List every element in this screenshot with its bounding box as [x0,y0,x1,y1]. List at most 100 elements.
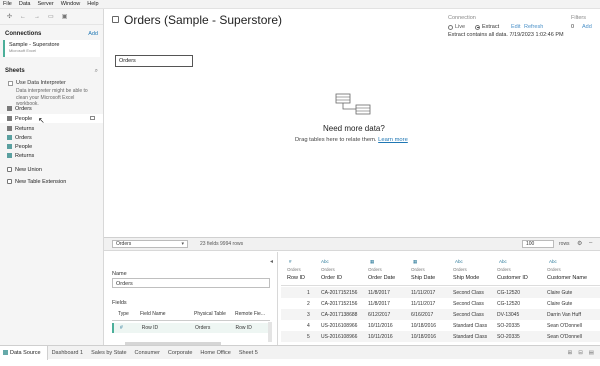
grid-column-ship-mode[interactable]: Abc Orders Ship Mode [452,256,494,286]
search-icon[interactable]: ⌕ [95,68,98,75]
sheet-item-returns[interactable]: Returns [0,124,103,133]
connection-type: Microsoft Excel [9,48,37,53]
sheet-item-orders[interactable]: Orders [0,104,103,113]
new-sheet-icon[interactable]: ⊞ [568,350,573,356]
grid-column-order-date[interactable]: ▦ Orders Order Date [367,256,409,286]
save-icon[interactable]: ▭ [48,13,54,20]
cell-row-id: 2 [307,301,310,307]
connection-item[interactable]: Sample - Superstore Microsoft Excel [3,40,100,57]
cell-ship-date: 10/18/2016 [411,334,437,340]
column-source: Orders [321,267,335,272]
cell-customer-name: Sean O'Donnell [547,323,582,329]
tableau-logo-icon[interactable]: ✣ [7,13,12,20]
table-select-value: Orders [116,241,132,247]
rows-select[interactable]: 100 [522,240,554,248]
table-row[interactable]: 1 CA-2017152156 11/8/2017 11/11/2017 Sec… [281,287,600,298]
fields-table-row[interactable]: # Row ID Orders Row ID [112,323,270,333]
menu-file[interactable]: File [3,1,12,7]
new-union-item[interactable]: New Union [0,165,103,174]
string-type-icon[interactable]: Abc [321,259,329,264]
sheet-item-people[interactable]: People [0,114,103,123]
vertical-scrollbar[interactable] [268,322,272,342]
extract-radio-button[interactable] [475,24,480,30]
grid-column-customer-id[interactable]: Abc Orders Customer ID [496,256,542,286]
named-range-icon [7,144,12,149]
table-row[interactable]: 4 US-2016108966 10/11/2016 10/18/2016 St… [281,320,600,331]
named-range-orders[interactable]: Orders [0,133,103,142]
live-radio[interactable]: Live [448,24,465,30]
tab-data-source[interactable]: Data Source [0,345,48,360]
tab-data-source-label: Data Source [10,349,41,356]
collapse-left-icon[interactable]: ◂ [270,258,273,265]
menu-server[interactable]: Server [38,1,54,7]
grid-column-customer-name[interactable]: Abc Orders Customer Name [546,256,600,286]
add-connection-link[interactable]: Add [88,31,98,37]
number-type-icon[interactable]: # [289,259,292,264]
table-row[interactable]: 5 US-2016108966 10/11/2016 10/18/2016 St… [281,331,600,342]
view-data-icon[interactable] [90,116,95,120]
need-data-hint: Drag tables here to relate them. [295,137,377,143]
fields-col-name[interactable]: Field Name [134,311,188,320]
tab-dashboard-1[interactable]: Dashboard 1 [48,350,88,356]
tab-corporate[interactable]: Corporate [164,350,196,356]
gear-icon[interactable]: ⚙ [577,240,582,247]
cell-order-date: 11/8/2017 [368,290,390,296]
collapse-icon[interactable]: – [589,240,592,246]
grid-header: # Orders Row ID Abc Orders Order ID ▦ Or… [281,256,600,286]
tab-home-office[interactable]: Home Office [196,350,234,356]
data-interpreter-label: Use Data Interpreter [16,80,66,86]
cell-ship-mode: Second Class [453,301,484,307]
grid-column-ship-date[interactable]: ▦ Orders Ship Date [410,256,452,286]
page-title[interactable]: Orders (Sample - Superstore) [124,13,282,27]
menu-window[interactable]: Window [61,1,81,7]
new-table-extension-item[interactable]: New Table Extension [0,177,103,186]
cell-customer-id: SO-20335 [497,323,520,329]
edit-extract-link[interactable]: Edit [511,24,520,30]
new-dashboard-icon[interactable]: ⊟ [578,350,583,356]
menu-data[interactable]: Data [19,1,31,7]
live-radio-button[interactable] [448,24,453,30]
cell-row-id: 3 [307,312,310,318]
named-range-returns[interactable]: Returns [0,151,103,160]
menu-help[interactable]: Help [87,1,98,7]
present-icon[interactable]: ▣ [62,13,68,20]
learn-more-link[interactable]: Learn more [378,137,408,143]
add-filter-link[interactable]: Add [582,24,592,30]
column-source: Orders [411,267,425,272]
string-type-icon[interactable]: Abc [455,259,463,264]
data-interpreter-row[interactable]: Use Data Interpreter [0,77,103,86]
data-interpreter-checkbox[interactable] [8,80,13,86]
forward-icon[interactable]: → [34,14,40,20]
column-source: Orders [547,267,561,272]
cell-row-id: 5 [307,334,310,340]
string-type-icon[interactable]: Abc [549,259,557,264]
table-select[interactable]: Orders ▾ [112,240,188,248]
refresh-extract-link[interactable]: Refresh [524,24,543,30]
table-row[interactable]: 3 CA-2017138688 6/12/2017 6/16/2017 Seco… [281,309,600,320]
tab-sheet-5[interactable]: Sheet 5 [235,350,262,356]
date-type-icon[interactable]: ▦ [413,259,417,265]
new-story-icon[interactable]: ▤ [589,350,594,356]
sheet-item-label: People [15,143,33,150]
named-range-people[interactable]: People [0,142,103,151]
table-row[interactable]: 2 CA-2017152156 11/8/2017 11/11/2017 Sec… [281,298,600,309]
cell-order-id: US-2016108966 [321,334,358,340]
grid-column-row-id[interactable]: # Orders Row ID [283,256,313,286]
tab-consumer[interactable]: Consumer [131,350,164,356]
date-type-icon[interactable]: ▦ [370,259,374,265]
fields-col-remote[interactable]: Remote Fie... [229,311,270,320]
grid-column-order-id[interactable]: Abc Orders Order ID [319,256,367,286]
name-input[interactable]: Orders [112,278,270,288]
fields-col-physical[interactable]: Physical Table [188,311,229,320]
datasource-icon [112,16,119,23]
extract-radio[interactable]: Extract [475,24,499,30]
back-icon[interactable]: ← [20,14,26,20]
fields-col-type[interactable]: Type [112,311,134,320]
column-source: Orders [368,267,382,272]
string-type-icon[interactable]: Abc [499,259,507,264]
column-name: Customer Name [547,275,588,281]
extract-status: Extract contains all data. 7/19/2023 1:0… [448,32,564,38]
field-type-icon[interactable]: # [114,325,136,331]
canvas-table-card[interactable]: Orders [115,55,193,67]
tab-sales-by-state[interactable]: Sales by State [87,350,130,356]
